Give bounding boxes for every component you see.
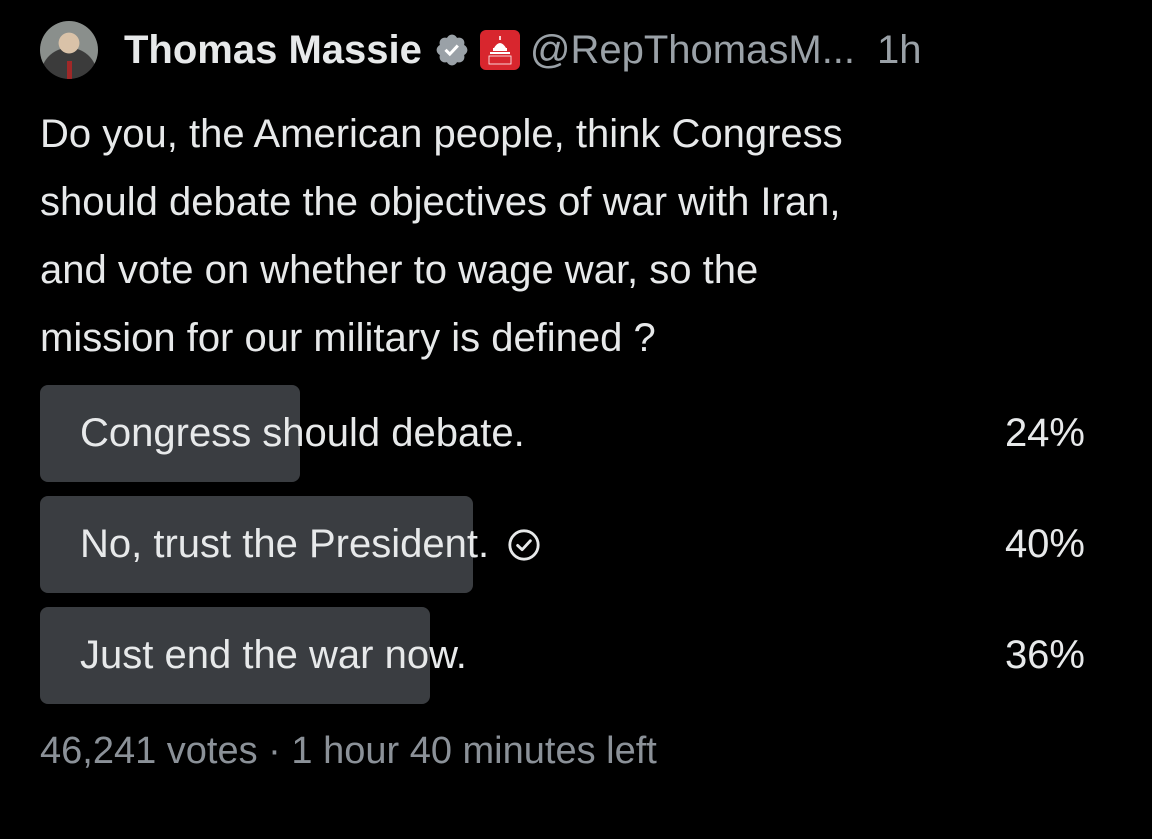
poll-option-label: No, trust the President. — [80, 522, 490, 566]
poll: Congress should debate. 24% No, trust th… — [40, 385, 1085, 718]
verified-badge-icon — [436, 34, 468, 66]
poll-option[interactable]: No, trust the President. 40% — [40, 496, 1085, 593]
tweet-timestamp[interactable]: 1h — [877, 28, 922, 73]
poll-time-left: 1 hour 40 minutes left — [291, 730, 657, 772]
tweet-text: Do you, the American people, think Congr… — [40, 112, 843, 360]
poll-footer-separator: · — [268, 730, 281, 772]
avatar[interactable] — [40, 21, 98, 79]
poll-vote-count: 46,241 votes — [40, 730, 258, 772]
poll-option-label: Just end the war now. — [80, 633, 467, 677]
poll-option[interactable]: Congress should debate. 24% — [40, 385, 1085, 482]
selected-check-icon — [508, 528, 540, 561]
poll-option-percent: 36% — [1004, 633, 1085, 677]
poll-option-label: Congress should debate. — [80, 411, 525, 455]
poll-option-percent: 24% — [1004, 411, 1085, 455]
avatar-tie — [67, 61, 72, 79]
poll-footer: 46,241 votes · 1 hour 40 minutes left — [40, 730, 657, 773]
author-handle[interactable]: @RepThomasM... — [530, 28, 855, 73]
poll-option[interactable]: Just end the war now. 36% — [40, 607, 1085, 704]
poll-option-percent: 40% — [1004, 522, 1085, 566]
house-gop-icon — [479, 30, 520, 70]
tweet-header: Thomas Massie @RepThomasM... 1h — [40, 20, 1130, 80]
author-display-name[interactable]: Thomas Massie — [124, 28, 422, 73]
